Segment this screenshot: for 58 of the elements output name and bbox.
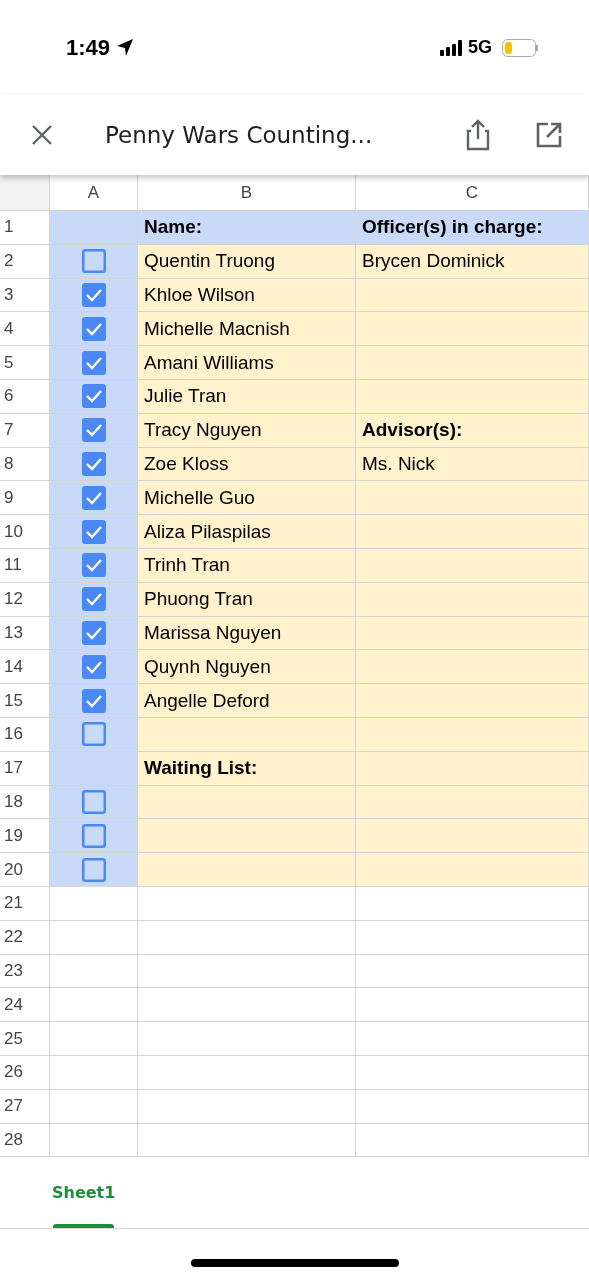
checkbox[interactable]: [81, 587, 106, 612]
checkbox[interactable]: [81, 418, 106, 443]
checkbox[interactable]: [81, 451, 106, 476]
row-header[interactable]: 26: [0, 1055, 50, 1090]
row-header[interactable]: 22: [0, 920, 50, 955]
checkbox[interactable]: [81, 654, 106, 679]
table-cell: Zoe Kloss: [138, 447, 356, 482]
table-cell: Tracy Nguyen: [138, 413, 356, 448]
table-cell: Trinh Tran: [138, 548, 356, 583]
checkbox[interactable]: [81, 823, 106, 848]
row-header[interactable]: 23: [0, 954, 50, 989]
table-cell: Ms. Nick: [356, 447, 589, 482]
table-cell: Aliza Pilaspilas: [138, 515, 356, 549]
table-cell: Marissa Nguyen: [138, 616, 356, 651]
table-cell: Khloe Wilson: [138, 278, 356, 313]
share-icon[interactable]: [465, 119, 491, 151]
location-arrow-icon: [116, 38, 135, 57]
row-header[interactable]: 27: [0, 1089, 50, 1124]
table-cell: Julie Tran: [138, 380, 356, 414]
checkbox[interactable]: [81, 316, 106, 341]
table-cell: Angelle Deford: [138, 684, 356, 718]
checkbox[interactable]: [81, 722, 106, 747]
document-title: Penny Wars Counting...: [105, 122, 373, 148]
battery-icon: [502, 38, 539, 57]
sheet-tab[interactable]: Sheet1: [50, 1157, 118, 1229]
table-cell: Quentin Truong: [138, 244, 356, 279]
table-cell: Amani Williams: [138, 346, 356, 380]
checkbox[interactable]: [81, 350, 106, 375]
corner-cell: [0, 175, 50, 211]
table-cell: Officer(s) in charge:: [356, 211, 589, 245]
checkbox[interactable]: [81, 620, 106, 645]
row-header[interactable]: 24: [0, 988, 50, 1023]
open-external-icon[interactable]: [536, 122, 562, 148]
row-header[interactable]: 25: [0, 1022, 50, 1056]
checkbox[interactable]: [81, 249, 106, 274]
checkbox[interactable]: [81, 553, 106, 578]
table-cell: Name:: [138, 211, 356, 245]
close-icon[interactable]: [31, 124, 53, 146]
table-cell: Brycen Dominick: [356, 244, 589, 279]
checkbox[interactable]: [81, 283, 106, 307]
table-cell: Phuong Tran: [138, 582, 356, 617]
checkbox[interactable]: [81, 857, 106, 882]
checkbox[interactable]: [81, 485, 106, 510]
checkbox[interactable]: [81, 688, 106, 713]
checkbox[interactable]: [81, 789, 106, 814]
signal-icon: [440, 39, 462, 56]
row-header[interactable]: 21: [0, 886, 50, 921]
clock-time: 1:49: [66, 34, 111, 61]
table-cell: Advisor(s):: [356, 413, 589, 448]
checkbox[interactable]: [81, 384, 106, 409]
table-cell: Waiting List:: [138, 751, 356, 786]
table-cell: Quynh Nguyen: [138, 650, 356, 685]
row-header[interactable]: 28: [0, 1123, 50, 1158]
table-cell: Michelle Guo: [138, 481, 356, 516]
active-tab-indicator: [53, 1224, 115, 1229]
table-cell: Michelle Macnish: [138, 312, 356, 347]
checkbox[interactable]: [81, 519, 106, 544]
network-label: 5G: [468, 37, 492, 58]
